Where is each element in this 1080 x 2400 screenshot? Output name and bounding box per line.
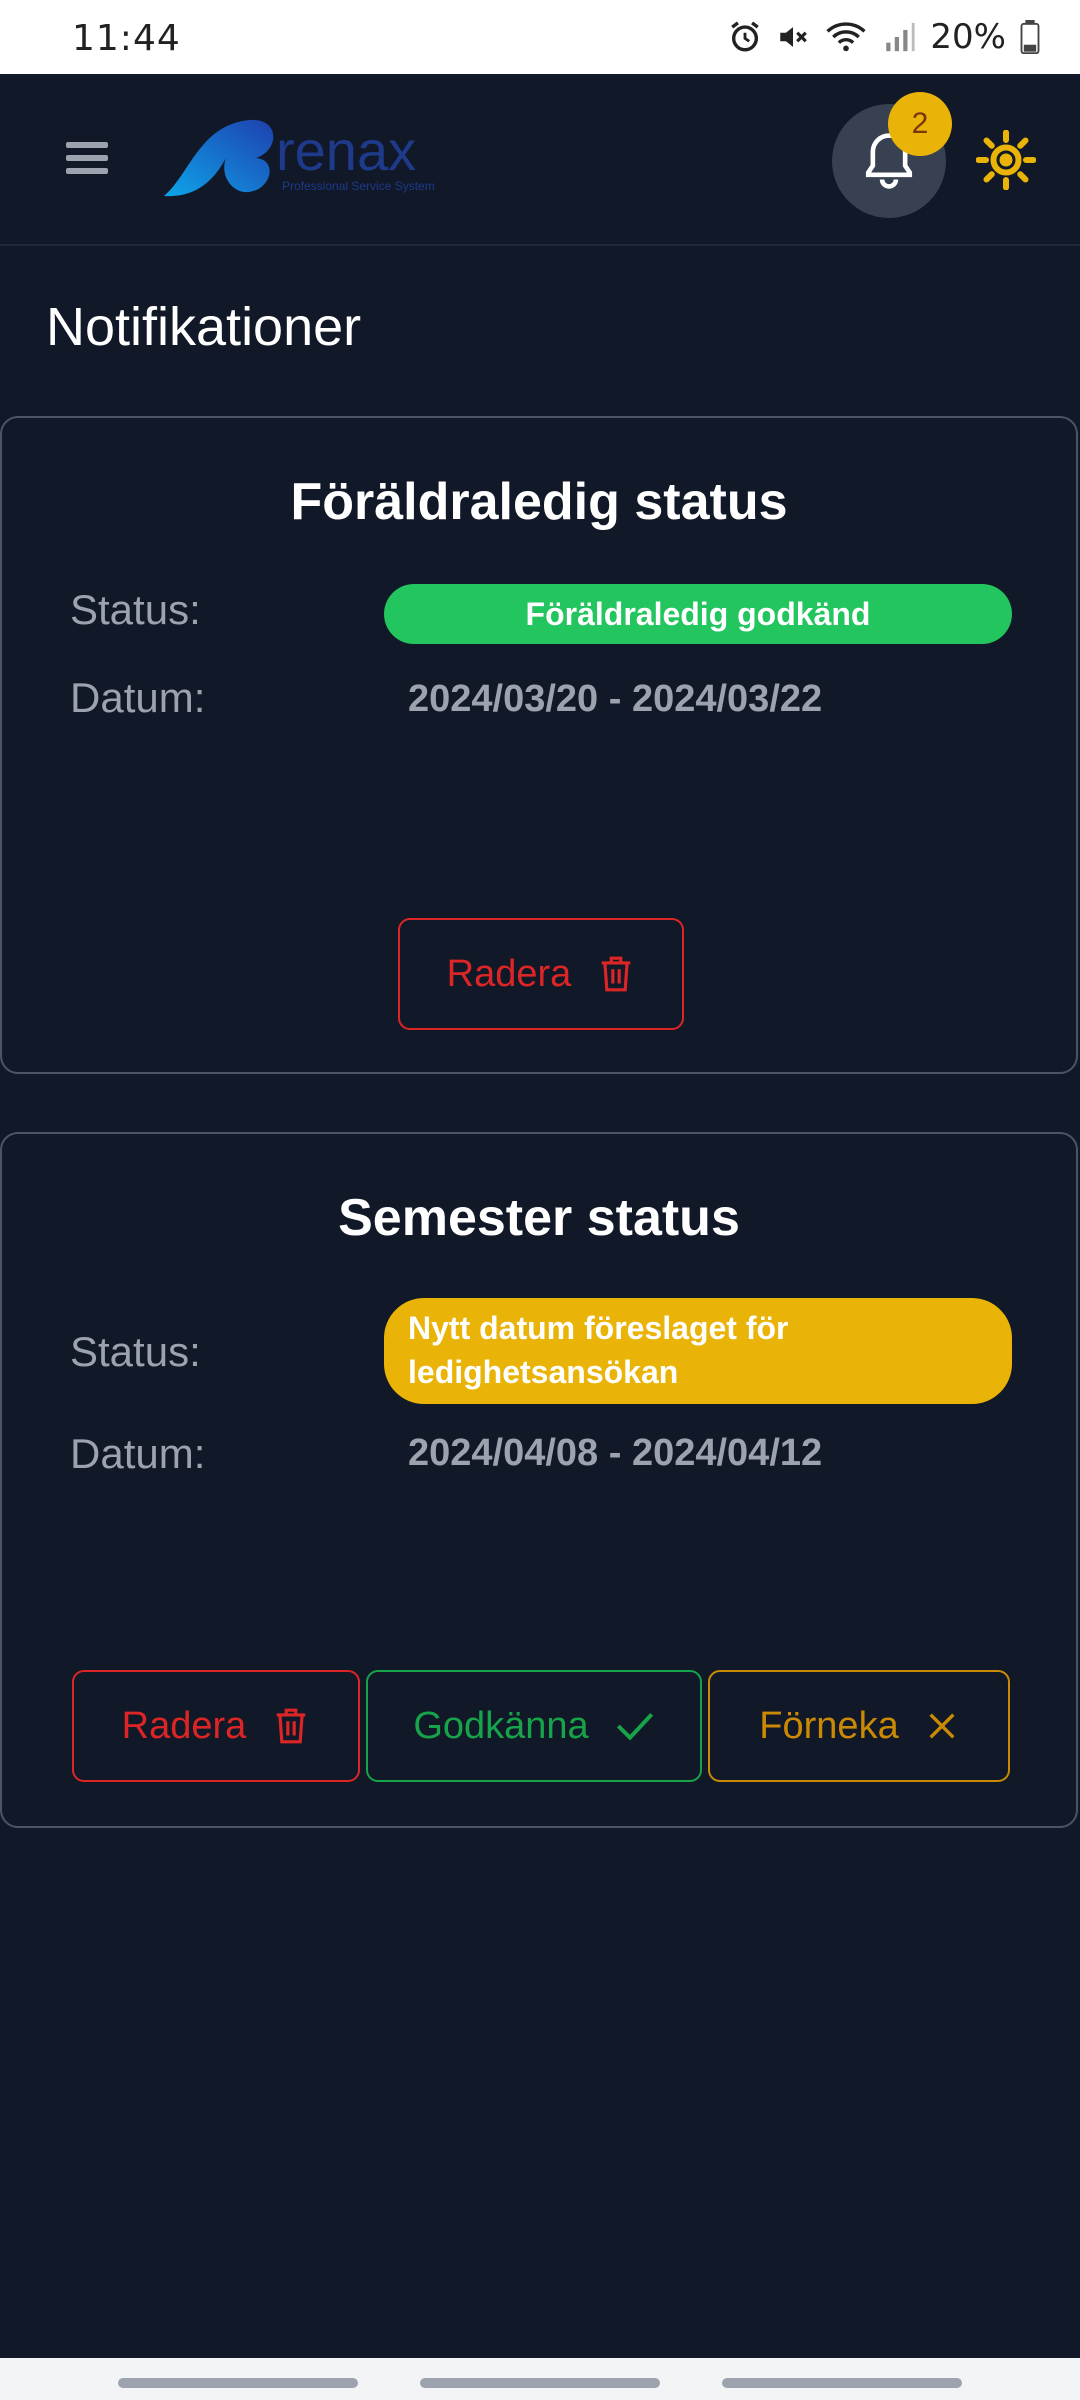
status-label: Status:: [70, 586, 201, 633]
nav-back-handle[interactable]: [722, 2378, 962, 2388]
notification-card-parental-leave: Föräldraledig status Status: Föräldraled…: [0, 416, 1078, 1074]
trash-icon: [277, 1708, 306, 1744]
nav-recent-handle[interactable]: [118, 2378, 358, 2388]
delete-button[interactable]: Radera: [398, 918, 684, 1030]
renax-logo[interactable]: renax Professional Service System: [160, 114, 460, 204]
date-value: 2024/03/20 - 2024/03/22: [408, 678, 823, 720]
sun-icon[interactable]: [976, 130, 1036, 190]
deny-button[interactable]: Förneka: [708, 1670, 1010, 1782]
delete-button-label: Radera: [121, 1704, 247, 1747]
approve-button[interactable]: Godkänna: [366, 1670, 702, 1782]
battery-icon: [1020, 20, 1040, 54]
status-badge: Föräldraledig godkänd: [384, 584, 1012, 644]
logo-tagline: Professional Service System: [282, 179, 435, 193]
notification-count-badge: 2: [888, 92, 952, 156]
battery-percent: 20%: [930, 17, 1006, 57]
delete-button-label: Radera: [446, 952, 572, 995]
card-title: Semester status: [338, 1189, 740, 1247]
approve-button-label: Godkänna: [413, 1704, 589, 1747]
date-value: 2024/04/08 - 2024/04/12: [408, 1432, 823, 1474]
deny-button-label: Förneka: [759, 1704, 899, 1747]
signal-icon: [886, 22, 916, 52]
card-title: Föräldraledig status: [290, 473, 788, 531]
check-icon: [616, 1712, 653, 1741]
app-header: renax Professional Service System 2: [0, 74, 1080, 246]
status-time: 11:44: [72, 18, 181, 59]
status-icons: 20%: [728, 14, 1040, 60]
mute-icon: [780, 27, 808, 47]
nav-home-handle[interactable]: [420, 2378, 660, 2388]
status-badge: Nytt datum föreslaget för ledighetsansök…: [384, 1298, 1012, 1404]
delete-button[interactable]: Radera: [72, 1670, 360, 1782]
date-label: Datum:: [70, 674, 206, 721]
close-icon: [929, 1713, 955, 1739]
date-label: Datum:: [70, 1430, 206, 1477]
status-label: Status:: [70, 1328, 201, 1375]
page-title: Notifikationer: [46, 297, 362, 357]
system-navigation-bar: [0, 2358, 1080, 2400]
notification-card-vacation: Semester status Status: Nytt datum föres…: [0, 1132, 1078, 1828]
logo-text: renax: [276, 119, 416, 182]
menu-icon[interactable]: [66, 140, 108, 176]
wifi-icon: [826, 22, 867, 52]
trash-icon: [602, 956, 631, 992]
alarm-icon: [731, 21, 760, 52]
system-status-bar: 11:44 20%: [0, 0, 1080, 74]
